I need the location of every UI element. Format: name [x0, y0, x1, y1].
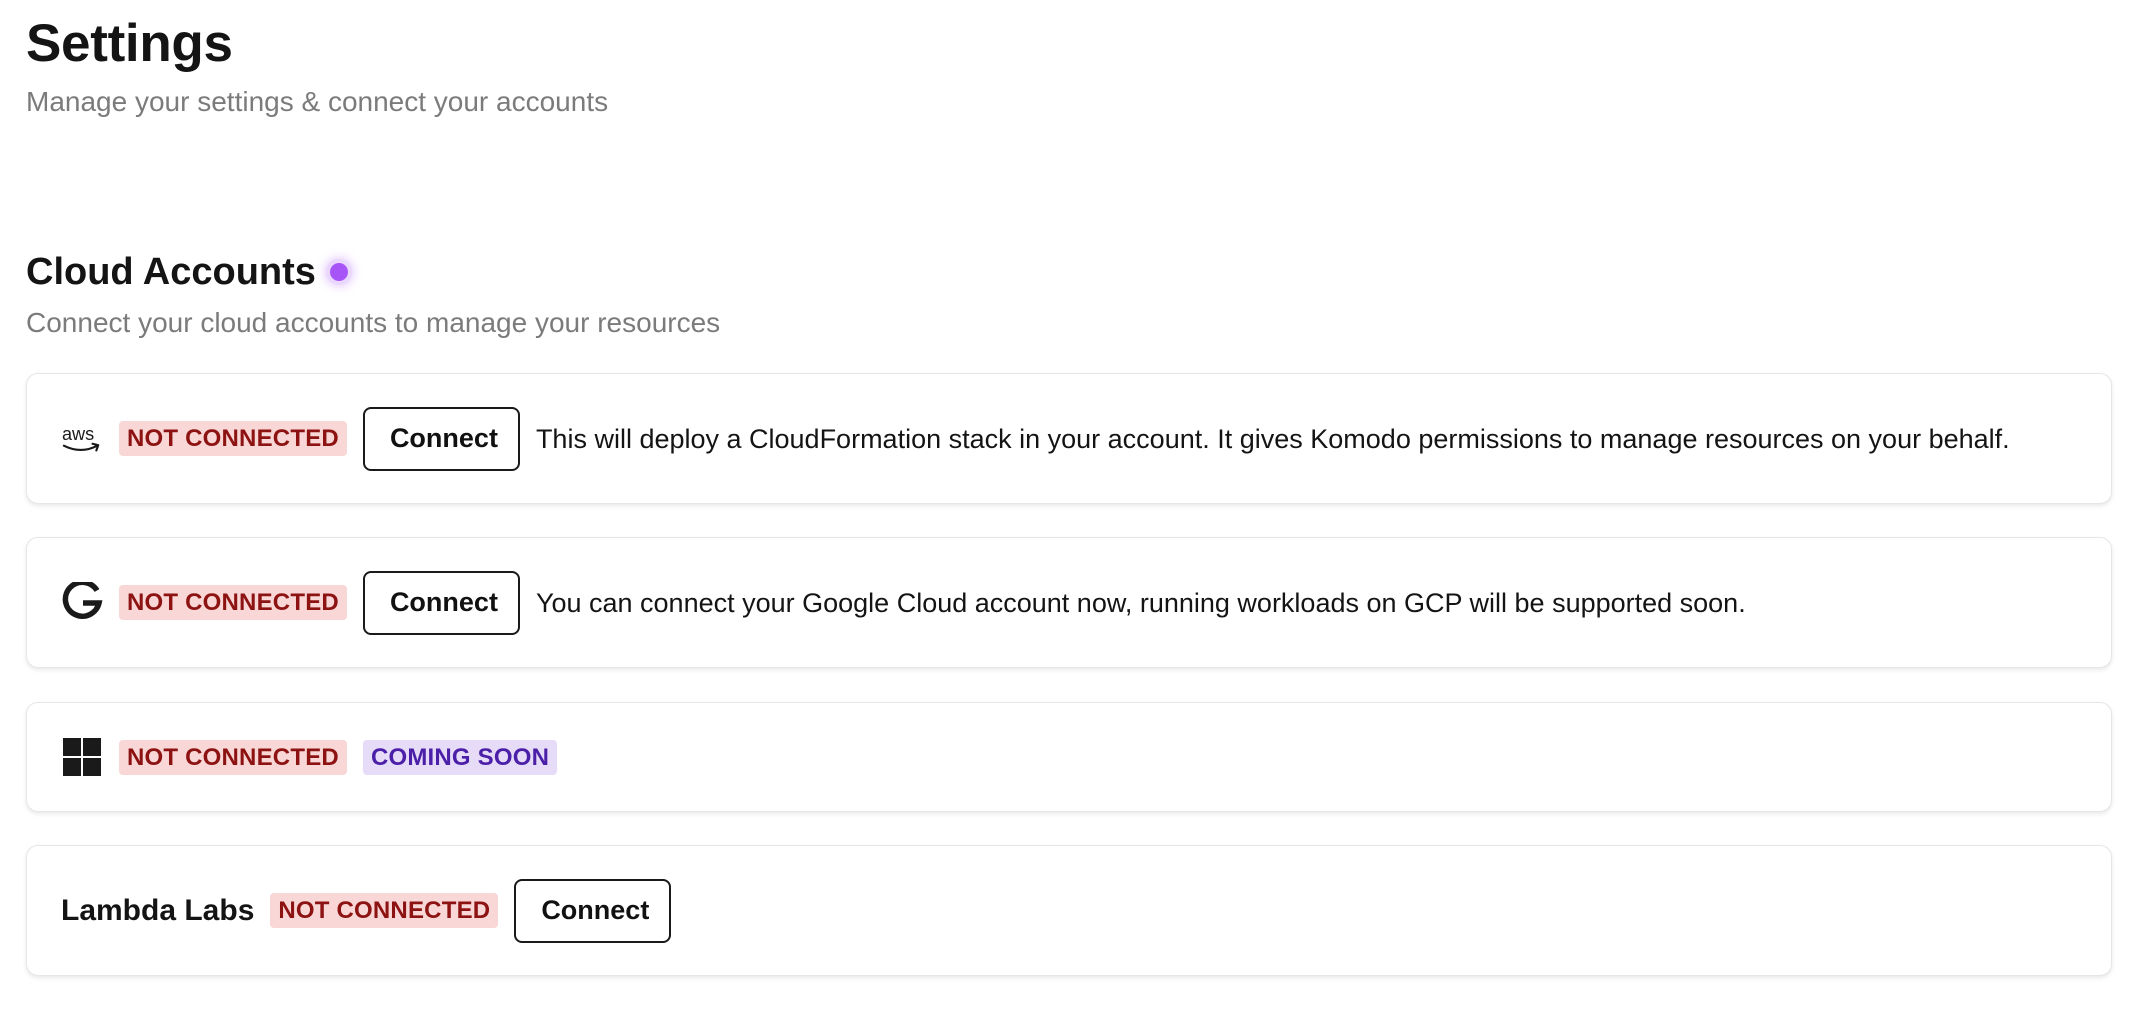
- coming-soon-badge: COMING SOON: [362, 739, 558, 775]
- aws-description: This will deploy a CloudFormation stack …: [535, 423, 2010, 454]
- status-badge: NOT CONNECTED: [270, 893, 499, 928]
- cloud-accounts-header: Cloud Accounts: [26, 246, 348, 298]
- page-title: Settings: [26, 14, 233, 73]
- section-title: Cloud Accounts: [26, 251, 316, 293]
- status-badge: NOT CONNECTED: [119, 739, 347, 775]
- gcp-description: You can connect your Google Cloud accoun…: [535, 587, 1746, 618]
- windows-logo-icon: [61, 738, 103, 776]
- lambda-account-card: Lambda Labs NOT CONNECTED Connect: [26, 845, 2112, 976]
- status-badge: NOT CONNECTED: [119, 585, 347, 620]
- status-badge: NOT CONNECTED: [119, 421, 347, 456]
- status-dot-icon: [329, 263, 348, 281]
- aws-account-card: aws NOT CONNECTED Connect This will depl…: [26, 373, 2112, 504]
- aws-connect-button[interactable]: Connect: [362, 406, 520, 471]
- azure-account-card: NOT CONNECTED COMING SOON: [26, 702, 2112, 812]
- provider-name: Lambda Labs: [61, 893, 255, 927]
- svg-text:aws: aws: [62, 423, 94, 443]
- section-subtitle: Connect your cloud accounts to manage yo…: [26, 307, 721, 338]
- page-subtitle: Manage your settings & connect your acco…: [26, 86, 609, 117]
- gcp-account-card: NOT CONNECTED Connect You can connect yo…: [26, 537, 2112, 668]
- google-logo-icon: [61, 581, 103, 624]
- aws-logo-icon: aws: [61, 422, 103, 456]
- gcp-connect-button[interactable]: Connect: [362, 570, 520, 635]
- lambda-connect-button[interactable]: Connect: [514, 878, 672, 943]
